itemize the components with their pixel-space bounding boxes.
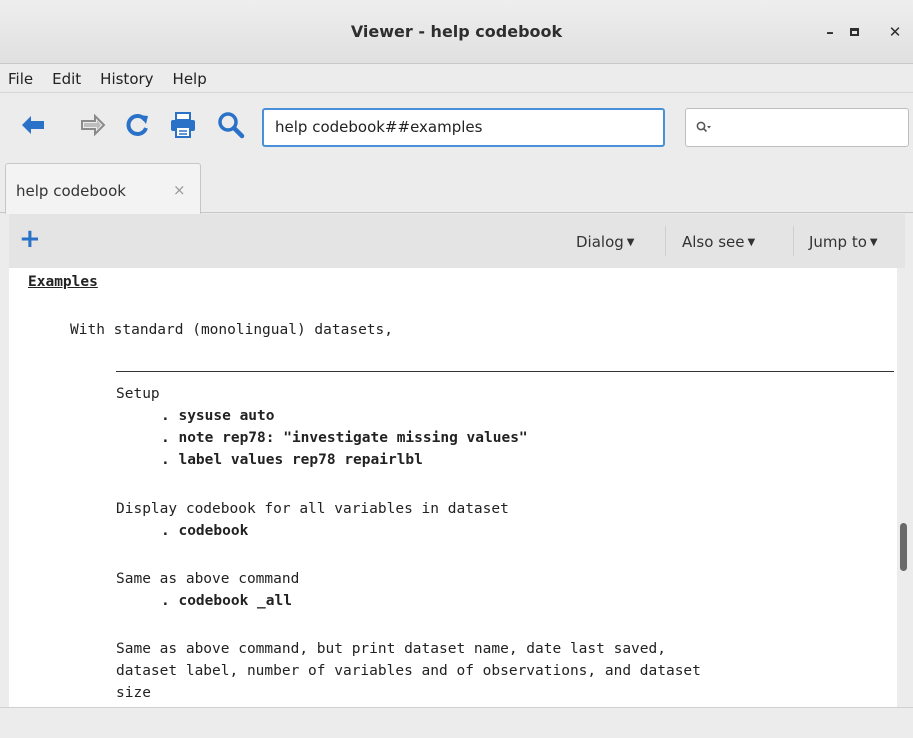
magnifier-icon — [218, 112, 245, 139]
divider — [116, 371, 894, 372]
jump-to-label: Jump to — [809, 233, 867, 251]
jump-to-button[interactable]: Jump to ▼ — [809, 233, 878, 251]
title-bar: Viewer - help codebook – ✕ — [0, 0, 913, 64]
example-description: dataset label, number of variables and o… — [116, 663, 701, 679]
also-see-label: Also see — [682, 233, 745, 251]
window-title: Viewer - help codebook — [350, 22, 563, 41]
tab-strip: help codebook × — [0, 158, 913, 214]
dialog-button[interactable]: Dialog ▼ — [576, 233, 634, 251]
forward-button[interactable] — [78, 110, 108, 140]
minimize-button[interactable]: – — [818, 20, 842, 44]
refresh-icon — [126, 114, 148, 136]
find-button[interactable] — [216, 110, 246, 140]
tab-help-codebook[interactable]: help codebook × — [5, 163, 201, 214]
search-input[interactable] — [685, 108, 909, 147]
print-button[interactable] — [168, 110, 198, 140]
example-command[interactable]: . sysuse auto — [161, 407, 275, 425]
menu-help[interactable]: Help — [171, 68, 209, 90]
status-bar — [0, 707, 913, 738]
forward-arrow-icon — [81, 114, 106, 136]
menu-file[interactable]: File — [6, 68, 35, 90]
example-command[interactable]: . codebook _all — [161, 592, 292, 610]
search-icon — [696, 120, 712, 139]
example-command[interactable]: . codebook — [161, 522, 248, 540]
example-description: Same as above command — [116, 571, 300, 587]
back-button[interactable] — [18, 110, 48, 140]
chevron-down-icon: ▼ — [626, 236, 635, 248]
refresh-button[interactable] — [122, 110, 152, 140]
setup-label: Setup — [116, 386, 160, 402]
example-description: Display codebook for all variables in da… — [116, 501, 509, 517]
also-see-button[interactable]: Also see ▼ — [682, 233, 755, 251]
example-description: Same as above command, but print dataset… — [116, 641, 666, 657]
scrollbar-thumb[interactable] — [900, 523, 907, 571]
printer-icon — [171, 112, 195, 138]
menu-bar: File Edit History Help — [0, 65, 913, 93]
example-description: size — [116, 685, 151, 701]
tab-close-icon[interactable]: × — [173, 181, 186, 199]
menu-edit[interactable]: Edit — [50, 68, 83, 90]
chevron-down-icon: ▼ — [747, 236, 756, 248]
intro-text: With standard (monolingual) datasets, — [70, 322, 394, 338]
chevron-down-icon: ▼ — [869, 236, 878, 248]
help-content: Examples With standard (monolingual) dat… — [9, 268, 897, 707]
maximize-button[interactable] — [842, 20, 866, 44]
maximize-icon — [849, 28, 859, 36]
add-icon[interactable]: + — [19, 226, 41, 252]
divider — [793, 226, 794, 256]
address-input[interactable]: help codebook##examples — [262, 108, 665, 147]
back-arrow-icon — [22, 116, 44, 134]
example-command[interactable]: . label values rep78 repairlbl — [161, 451, 423, 469]
dialog-label: Dialog — [576, 233, 624, 251]
vertical-scrollbar[interactable] — [897, 268, 913, 707]
divider — [665, 226, 666, 256]
help-toolbar: + Dialog ▼ Also see ▼ Jump to ▼ — [9, 214, 905, 268]
tab-label: help codebook — [16, 182, 126, 200]
section-heading[interactable]: Examples — [28, 273, 98, 291]
example-command[interactable]: . note rep78: "investigate missing value… — [161, 429, 528, 447]
menu-history[interactable]: History — [98, 68, 155, 90]
close-window-button[interactable]: ✕ — [883, 20, 907, 44]
